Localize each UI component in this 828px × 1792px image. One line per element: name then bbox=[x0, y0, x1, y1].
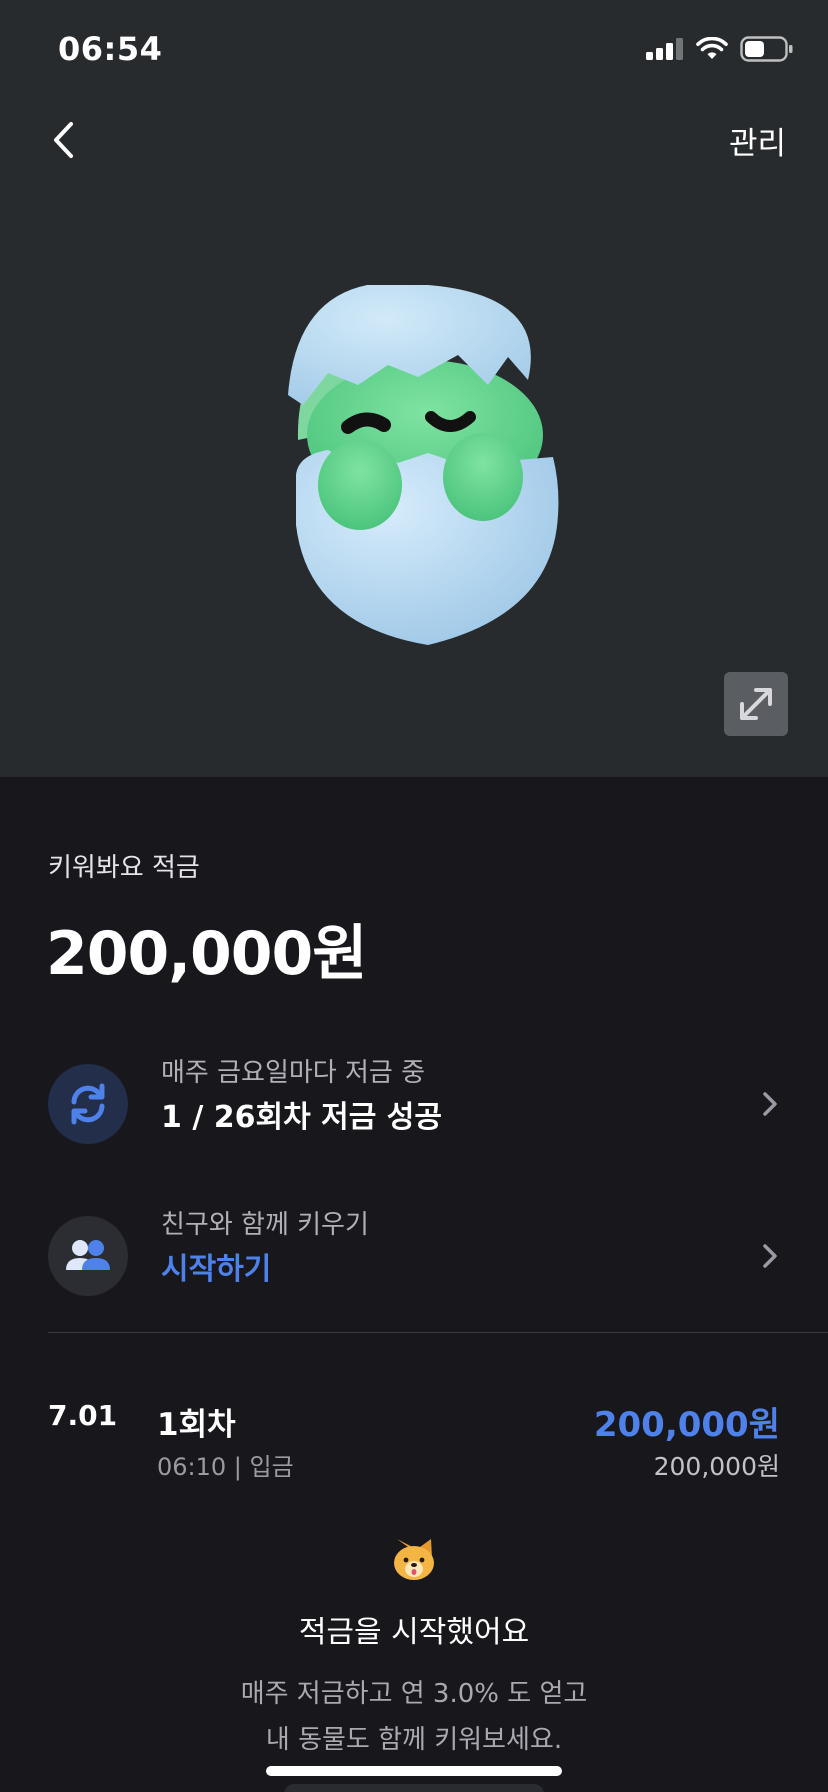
transaction-date: 7.01 bbox=[48, 1399, 118, 1432]
manage-button[interactable]: 관리 bbox=[729, 118, 786, 163]
refresh-icon bbox=[71, 1083, 105, 1125]
hero-section: 06:54 관리 bbox=[0, 0, 828, 777]
start-with-friend-link[interactable]: 시작하기 bbox=[161, 1244, 271, 1288]
notice-line-2: 내 동물도 함께 키워보세요. bbox=[265, 1725, 563, 1755]
bottom-sheet-peek bbox=[284, 1784, 544, 1792]
status-time: 06:54 bbox=[58, 30, 163, 68]
hatching-mascot-illustration bbox=[288, 285, 559, 645]
notice-body: 매주 저금하고 연 3.0% 도 얻고 내 동물도 함께 키워보세요. bbox=[0, 1671, 828, 1763]
schedule-subtitle: 매주 금요일마다 저금 중 bbox=[161, 1058, 425, 1088]
status-icons bbox=[646, 34, 794, 64]
friend-avatar bbox=[48, 1216, 128, 1296]
chevron-right-icon bbox=[752, 1238, 788, 1274]
schedule-avatar bbox=[48, 1064, 128, 1144]
notice-title: 적금을 시작했어요 bbox=[298, 1615, 530, 1650]
home-indicator[interactable] bbox=[266, 1766, 562, 1776]
account-name: 키워봐요 적금 bbox=[48, 853, 200, 883]
transaction-amount: 200,000원 bbox=[593, 1405, 780, 1445]
savings-started-notice: 적금을 시작했어요 매주 저금하고 연 3.0% 도 얻고 내 동물도 함께 키… bbox=[0, 1535, 828, 1763]
schedule-row[interactable]: 매주 금요일마다 저금 중 1 / 26회차 저금 성공 bbox=[48, 1058, 788, 1144]
friend-row[interactable]: 친구와 함께 키우기 시작하기 bbox=[48, 1210, 788, 1296]
status-bar: 06:54 bbox=[0, 0, 828, 100]
expand-button[interactable] bbox=[724, 672, 788, 736]
transaction-meta: 06:10 | 입금 bbox=[157, 1453, 294, 1481]
signal-icon bbox=[646, 38, 683, 60]
chevron-left-icon bbox=[54, 122, 73, 158]
notice-line-1: 매주 저금하고 연 3.0% 도 얻고 bbox=[240, 1679, 588, 1709]
back-button[interactable] bbox=[36, 112, 92, 168]
divider bbox=[48, 1332, 828, 1333]
transaction-row[interactable]: 7.01 1회차 06:10 | 입금 200,000원 200,000원 bbox=[0, 1397, 828, 1497]
account-balance: 200,000원 bbox=[46, 919, 367, 989]
dog-icon bbox=[394, 1539, 434, 1580]
chevron-right-icon bbox=[752, 1086, 788, 1122]
account-detail: 키워봐요 적금 200,000원 매주 금요일마다 저금 중 1 / 26회차 … bbox=[0, 777, 828, 1792]
transaction-balance: 200,000원 bbox=[653, 1452, 780, 1481]
friend-subtitle: 친구와 함께 키우기 bbox=[161, 1210, 369, 1240]
schedule-progress: 1 / 26회차 저금 성공 bbox=[161, 1100, 442, 1135]
expand-icon bbox=[740, 688, 772, 720]
people-icon bbox=[66, 1240, 110, 1270]
battery-icon bbox=[740, 36, 793, 62]
wifi-icon bbox=[696, 37, 728, 59]
transaction-title: 1회차 bbox=[157, 1407, 236, 1443]
